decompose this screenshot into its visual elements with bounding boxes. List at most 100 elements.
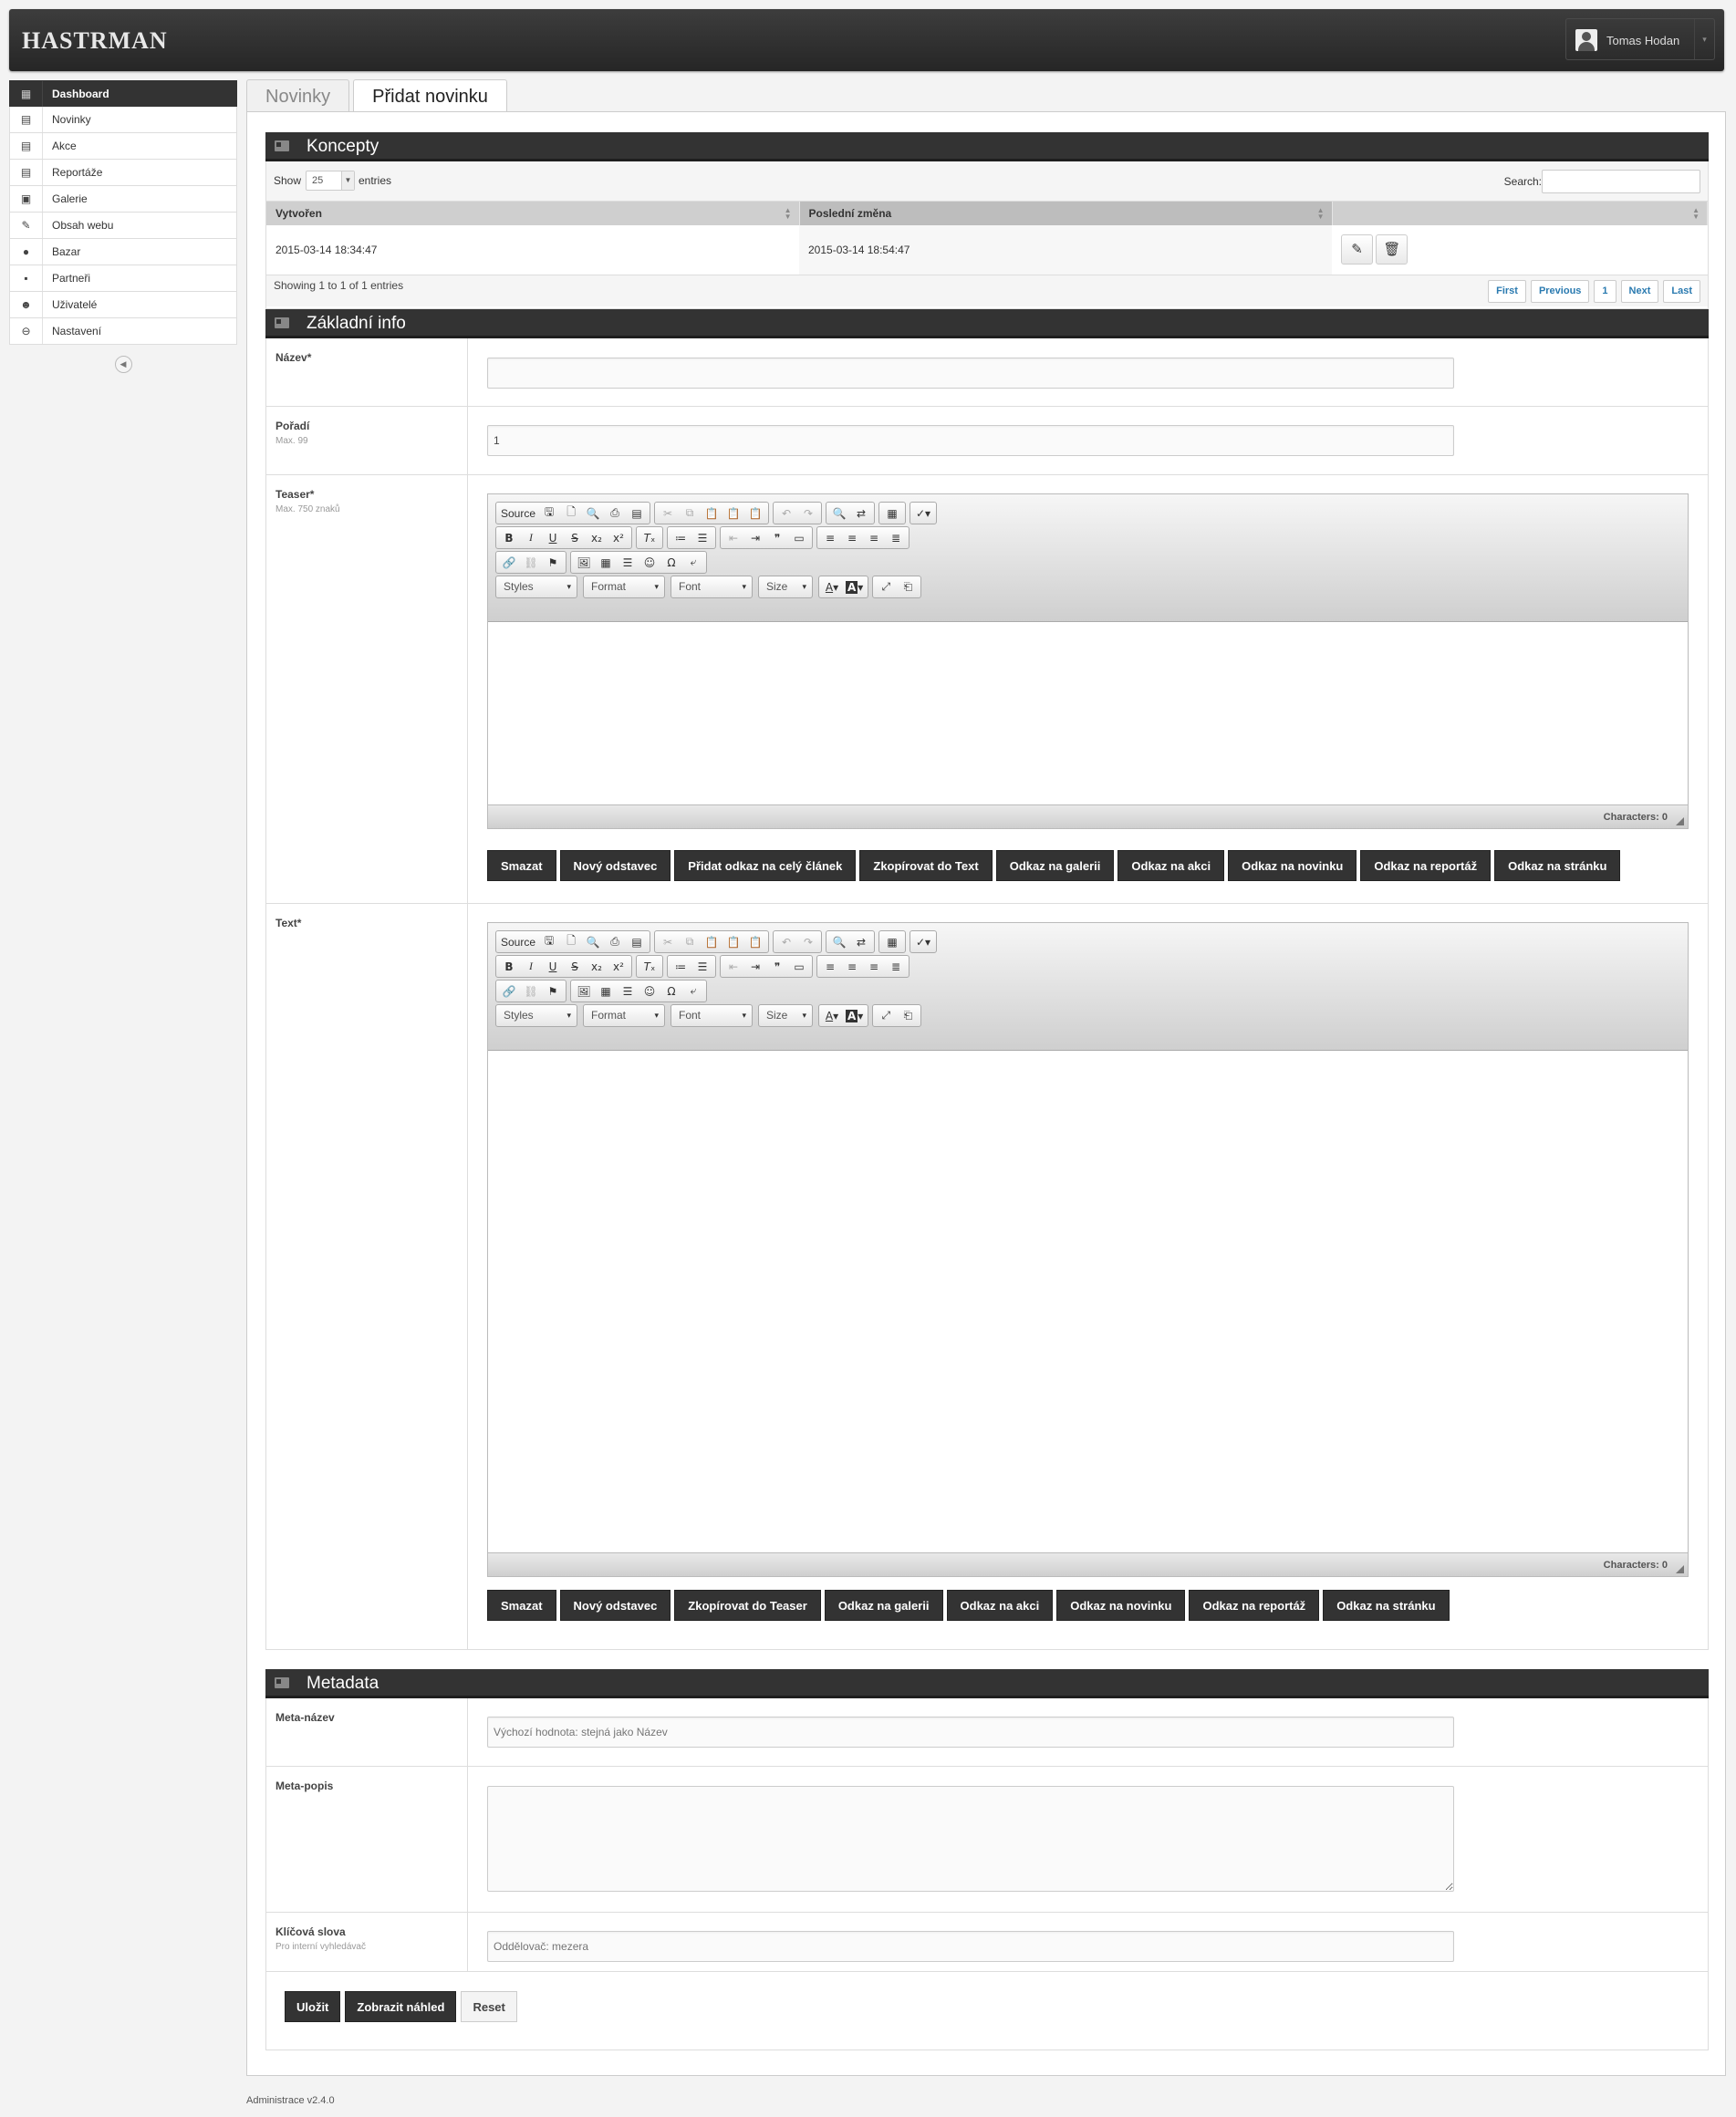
text-color-icon[interactable]: A ▾	[821, 1006, 843, 1025]
collapse-sidebar-icon[interactable]: ◀	[114, 356, 132, 373]
resize-handle-icon[interactable]	[1676, 1565, 1684, 1573]
pager-next[interactable]: Next	[1620, 279, 1659, 303]
pagebreak-icon[interactable]: ⤶	[682, 553, 704, 572]
anchor-icon[interactable]: ⚑	[542, 981, 564, 1001]
superscript-icon[interactable]: x²	[608, 957, 629, 976]
print-icon[interactable]: ⎙	[604, 932, 626, 951]
remove-format-icon[interactable]: Tₓ	[639, 957, 660, 976]
align-right-icon[interactable]: ≡	[863, 528, 885, 547]
edit-button[interactable]: ✎	[1341, 234, 1373, 265]
copy-icon[interactable]: ⧉	[679, 503, 701, 523]
tab-pridat-novinku[interactable]: Přidat novinku	[353, 79, 507, 112]
italic-icon[interactable]: I	[520, 957, 542, 976]
hr-icon[interactable]: ☰	[617, 981, 639, 1001]
chevron-down-icon[interactable]: ▾	[1694, 19, 1714, 59]
div-icon[interactable]: ▭	[788, 528, 810, 547]
underline-icon[interactable]: U	[542, 957, 564, 976]
snippet-button-odkaz-na-novinku[interactable]: Odkaz na novinku	[1228, 850, 1357, 881]
maximize-icon[interactable]: ⤢	[875, 1006, 897, 1025]
copy-icon[interactable]: ⧉	[679, 932, 701, 951]
snippet-button-odkaz-na-akci[interactable]: Odkaz na akci	[946, 1590, 1054, 1621]
table-icon[interactable]: ▦	[595, 553, 617, 572]
sidebar-item-nastavení[interactable]: ⊖ Nastavení	[9, 318, 237, 345]
sidebar-item-novinky[interactable]: ▤ Novinky	[9, 107, 237, 133]
div-icon[interactable]: ▭	[788, 957, 810, 976]
editor-content-area[interactable]	[488, 622, 1688, 804]
find-icon[interactable]: 🔍	[828, 503, 850, 523]
order-input[interactable]	[487, 425, 1454, 456]
save-icon[interactable]: 🖫	[538, 932, 560, 951]
size-combo[interactable]: Size	[758, 1004, 813, 1027]
pagebreak-icon[interactable]: ⤶	[682, 981, 704, 1001]
unlink-icon[interactable]: ⛓	[520, 553, 542, 572]
align-left-icon[interactable]: ≡	[819, 528, 841, 547]
table-icon[interactable]: ▦	[595, 981, 617, 1001]
align-left-icon[interactable]: ≡	[819, 957, 841, 976]
templates-icon[interactable]: ▤	[626, 932, 648, 951]
redo-icon[interactable]: ↷	[797, 932, 819, 951]
snippet-button-odkaz-na-akci[interactable]: Odkaz na akci	[1117, 850, 1225, 881]
keywords-input[interactable]	[487, 1931, 1454, 1962]
indent-icon[interactable]: ⇥	[744, 528, 766, 547]
sidebar-item-uživatelé[interactable]: ☻ Uživatelé	[9, 292, 237, 318]
pager-previous[interactable]: Previous	[1530, 279, 1590, 303]
templates-icon[interactable]: ▤	[626, 503, 648, 523]
bullet-list-icon[interactable]: ☰	[691, 957, 713, 976]
sidebar-item-akce[interactable]: ▤ Akce	[9, 133, 237, 160]
bg-color-icon[interactable]: A ▾	[843, 1006, 866, 1025]
show-blocks-icon[interactable]: ⎗	[897, 577, 919, 597]
underline-icon[interactable]: U	[542, 528, 564, 547]
print-icon[interactable]: ⎙	[604, 503, 626, 523]
save-button[interactable]: Uložit	[285, 1991, 341, 2022]
spellcheck-icon[interactable]: ✓▾	[912, 932, 934, 951]
save-icon[interactable]: 🖫	[538, 503, 560, 523]
align-justify-icon[interactable]: ≣	[885, 957, 907, 976]
blockquote-icon[interactable]: ❞	[766, 957, 788, 976]
preview-button[interactable]: Zobrazit náhled	[345, 1991, 457, 2022]
select-all-icon[interactable]: ▦	[881, 932, 903, 951]
redo-icon[interactable]: ↷	[797, 503, 819, 523]
show-blocks-icon[interactable]: ⎗	[897, 1006, 919, 1025]
anchor-icon[interactable]: ⚑	[542, 553, 564, 572]
editor-content-area[interactable]	[488, 1051, 1688, 1552]
snippet-button-odkaz-na-reportaz[interactable]: Odkaz na reportáž	[1360, 850, 1492, 881]
link-icon[interactable]: 🔗	[498, 553, 520, 572]
snippet-button-odkaz-na-stranku[interactable]: Odkaz na stránku	[1494, 850, 1621, 881]
reset-button[interactable]: Reset	[461, 1991, 517, 2022]
paste-text-icon[interactable]: 📋	[722, 932, 744, 951]
column-header-created[interactable]: Vytvořen ▲ ▼	[266, 202, 800, 225]
sidebar-item-obsah-webu[interactable]: ✎ Obsah webu	[9, 213, 237, 239]
snippet-button-pridat-odkaz-na-cely-clanek[interactable]: Přidat odkaz na celý článek	[674, 850, 857, 881]
subscript-icon[interactable]: x₂	[586, 957, 608, 976]
preview-icon[interactable]: 🔍	[582, 932, 604, 951]
snippet-button-zkopirovat-do-text[interactable]: Zkopírovat do Text	[859, 850, 993, 881]
styles-combo[interactable]: Styles	[495, 576, 577, 598]
tab-novinky[interactable]: Novinky	[246, 79, 350, 112]
sidebar-item-galerie[interactable]: ▣ Galerie	[9, 186, 237, 213]
source-button[interactable]: Source	[498, 932, 538, 951]
replace-icon[interactable]: ⇄	[850, 932, 872, 951]
numbered-list-icon[interactable]: ≔	[670, 528, 691, 547]
paste-icon[interactable]: 📋	[701, 503, 722, 523]
outdent-icon[interactable]: ⇤	[722, 528, 744, 547]
select-all-icon[interactable]: ▦	[881, 503, 903, 523]
styles-combo[interactable]: Styles	[495, 1004, 577, 1027]
unlink-icon[interactable]: ⛓	[520, 981, 542, 1001]
special-char-icon[interactable]: Ω	[660, 981, 682, 1001]
image-icon[interactable]: 🖼	[573, 553, 595, 572]
font-combo[interactable]: Font	[670, 576, 753, 598]
meta-desc-textarea[interactable]	[487, 1786, 1454, 1892]
hr-icon[interactable]: ☰	[617, 553, 639, 572]
spellcheck-icon[interactable]: ✓▾	[912, 503, 934, 523]
format-combo[interactable]: Format	[583, 576, 665, 598]
link-icon[interactable]: 🔗	[498, 981, 520, 1001]
resize-handle-icon[interactable]	[1676, 817, 1684, 825]
pager-page-1[interactable]: 1	[1594, 279, 1616, 303]
subscript-icon[interactable]: x₂	[586, 528, 608, 547]
snippet-button-novy-odstavec[interactable]: Nový odstavec	[559, 850, 671, 881]
smiley-icon[interactable]: ☺	[639, 981, 660, 1001]
bold-icon[interactable]: B	[498, 528, 520, 547]
align-center-icon[interactable]: ≡	[841, 957, 863, 976]
superscript-icon[interactable]: x²	[608, 528, 629, 547]
new-page-icon[interactable]: 🗋	[560, 932, 582, 951]
